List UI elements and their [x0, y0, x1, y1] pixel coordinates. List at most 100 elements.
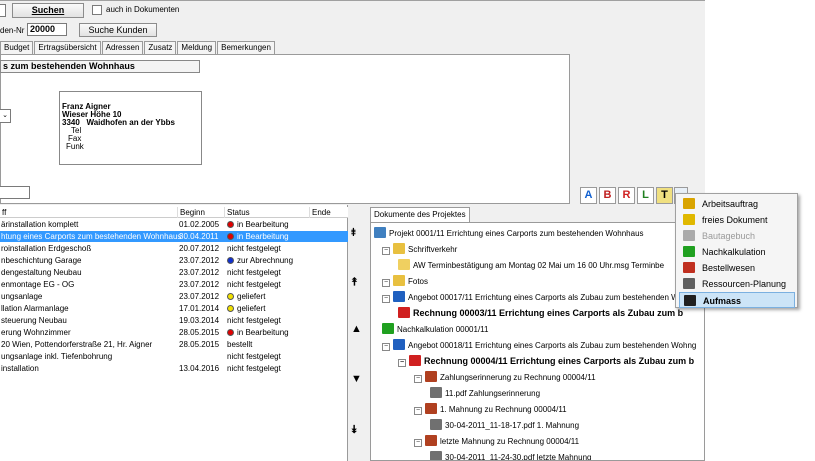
- col-header-status[interactable]: Status: [224, 207, 250, 218]
- menu-item-aufmass[interactable]: Aufmass: [679, 292, 795, 308]
- menu-item-ressourcen-planung[interactable]: Ressourcen-Planung: [679, 276, 795, 292]
- tree-node-label: Projekt 0001/11 Errichtung eines Carport…: [389, 229, 644, 238]
- tree-node[interactable]: 30-04-2011_11-18-17.pdf 1. Mahnung: [430, 419, 579, 432]
- collapse-icon[interactable]: −: [382, 343, 390, 351]
- col-header-end[interactable]: Ende: [309, 207, 331, 218]
- tree-node[interactable]: Rechnung 00003/11 Errichtung eines Carpo…: [398, 307, 683, 319]
- toolbar-b-icon[interactable]: B: [599, 187, 616, 204]
- toolbar-t-icon[interactable]: T: [656, 187, 673, 204]
- table-row[interactable]: steuerung Neubau 19.03.2014 nicht festgele…: [0, 315, 348, 326]
- tree-node[interactable]: − 1. Mahnung zu Rechnung 00004/11: [414, 403, 567, 416]
- table-header: ff Beginn Status Ende: [0, 207, 348, 218]
- search-customer-button[interactable]: Suche Kunden: [79, 23, 157, 37]
- freies-dokument-icon: [683, 214, 695, 225]
- dropdown[interactable]: ⌄: [0, 109, 11, 123]
- pdf-icon: [430, 419, 442, 430]
- tree-node[interactable]: − Schriftverkehr: [382, 243, 457, 256]
- table-row[interactable]: erung Wohnzimmer 28.05.2015 in Bearbeitung: [0, 327, 348, 338]
- table-row[interactable]: ungsanlage 23.07.2012 geliefert: [0, 291, 348, 302]
- tab-budget[interactable]: Budget: [0, 41, 34, 54]
- menu-item-label: Arbeitsauftrag: [702, 199, 759, 209]
- menu-item-nachkalkulation[interactable]: Nachkalkulation: [679, 244, 795, 260]
- tree-node-label: letzte Mahnung zu Rechnung 00004/11: [440, 437, 580, 446]
- row-name: ungsanlage: [1, 292, 43, 301]
- row-status: nicht festgelegt: [227, 351, 281, 362]
- collapse-icon[interactable]: −: [414, 439, 422, 447]
- toolbar-l-icon[interactable]: L: [637, 187, 654, 204]
- nachkalkulation-icon: [382, 323, 394, 334]
- toolbar-r-icon[interactable]: R: [618, 187, 635, 204]
- reminder-icon: [425, 403, 437, 414]
- collapse-icon[interactable]: −: [414, 407, 422, 415]
- row-begin: 28.05.2015: [179, 340, 220, 349]
- tree-node-label: Angebot 00018/11 Errichtung eines Carpor…: [408, 341, 697, 350]
- move-down-icon[interactable]: ▼: [351, 373, 362, 385]
- reminder-icon: [425, 371, 437, 382]
- table-row[interactable]: installation 13.04.2016 nicht festgelegt: [0, 363, 348, 374]
- row-status: nicht festgelegt: [227, 267, 281, 278]
- docs-checkbox[interactable]: [92, 5, 102, 15]
- collapse-icon[interactable]: −: [382, 247, 390, 255]
- status-dot-icon: [227, 305, 234, 312]
- bottom-field[interactable]: [0, 186, 30, 199]
- search-field[interactable]: [0, 4, 6, 17]
- tree-node[interactable]: Nachkalkulation 00001/11: [382, 323, 488, 336]
- tab-zusatz[interactable]: Zusatz: [144, 41, 177, 54]
- col-header-begin[interactable]: Beginn: [177, 207, 205, 218]
- row-name: ungsanlage inkl. Tiefenbohrung: [1, 352, 113, 361]
- move-up-icon[interactable]: ▲: [351, 323, 362, 335]
- tree-node[interactable]: − Angebot 00017/11 Errichtung eines Carpo…: [382, 291, 683, 304]
- reminder-icon: [425, 435, 437, 446]
- menu-item-bestellwesen[interactable]: Bestellwesen: [679, 260, 795, 276]
- search-button[interactable]: Suchen: [12, 3, 84, 18]
- tab-meldung[interactable]: Meldung: [177, 41, 217, 54]
- tab-adressen[interactable]: Adressen: [101, 41, 144, 54]
- tree-node[interactable]: 11.pdf Zahlungserinnerung: [430, 387, 540, 400]
- tree-node[interactable]: − Rechnung 00004/11 Errichtung eines Carp…: [398, 355, 694, 367]
- tab-bemerkungen[interactable]: Bemerkungen: [217, 41, 275, 54]
- row-name: nbeschichtung Garage: [1, 256, 82, 265]
- customer-no-field[interactable]: 20000: [27, 23, 67, 36]
- tree-node[interactable]: AW Terminbestätigung am Montag 02 Mai um…: [398, 259, 664, 272]
- collapse-icon[interactable]: −: [382, 295, 390, 303]
- move-top-icon[interactable]: ⯒: [351, 224, 356, 243]
- tree-node-label: Fotos: [408, 277, 429, 286]
- tree-node[interactable]: Projekt 0001/11 Errichtung eines Carport…: [374, 227, 644, 240]
- address-city: Waidhofen an der Ybbs: [86, 118, 175, 127]
- collapse-icon[interactable]: −: [398, 359, 406, 367]
- ressourcen-icon: [683, 278, 695, 289]
- tab-ertragsuebersicht[interactable]: Ertragsübersicht: [34, 41, 101, 54]
- row-begin: 23.07.2012: [179, 256, 220, 265]
- row-status: geliefert: [227, 291, 265, 302]
- collapse-icon[interactable]: −: [382, 279, 390, 287]
- table-row[interactable]: llation Alarmanlage 17.01.2014 geliefert: [0, 303, 348, 314]
- table-row[interactable]: htung eines Carports zum bestehenden Woh…: [0, 231, 348, 242]
- row-name: htung eines Carports zum bestehenden Woh…: [1, 232, 182, 241]
- tree-node[interactable]: − Zahlungserinnerung zu Rechnung 00004/11: [414, 371, 596, 384]
- move-up-fast-icon[interactable]: ⯭: [351, 276, 358, 289]
- tree-node[interactable]: − letzte Mahnung zu Rechnung 00004/11: [414, 435, 579, 448]
- table-row[interactable]: enmontage EG - OG 23.07.2012 nicht festgel…: [0, 279, 348, 290]
- menu-item-freies-dokument[interactable]: freies Dokument: [679, 212, 795, 228]
- tree-node[interactable]: − Angebot 00018/11 Errichtung eines Carpo…: [382, 339, 696, 352]
- table-row[interactable]: 20 Wien, Pottendorferstraße 21, Hr. Aign…: [0, 339, 348, 350]
- top-divider: [0, 0, 705, 1]
- row-begin: 01.02.2005: [179, 220, 220, 229]
- toolbar-a-icon[interactable]: A: [580, 187, 597, 204]
- col-header-name[interactable]: ff: [0, 207, 6, 218]
- tree-node[interactable]: 30-04-2011_11-24-30.pdf letzte Mahnung: [430, 451, 591, 460]
- menu-item-arbeitsauftrag[interactable]: Arbeitsauftrag: [679, 196, 795, 212]
- table-row[interactable]: nbeschichtung Garage 23.07.2012 zur Abrech…: [0, 255, 348, 266]
- row-status-text: zur Abrechnung: [237, 256, 294, 265]
- document-tree: Projekt 0001/11 Errichtung eines Carport…: [370, 222, 705, 461]
- row-status-text: in Bearbeitung: [237, 328, 289, 337]
- tree-node[interactable]: − Fotos: [382, 275, 428, 288]
- row-begin: 23.07.2012: [179, 268, 220, 277]
- tab-project-documents[interactable]: Dokumente des Projektes: [370, 207, 470, 222]
- move-down-fast-icon[interactable]: ⯯: [351, 424, 358, 437]
- table-row[interactable]: dengestaltung Neubau 23.07.2012 nicht fest…: [0, 267, 348, 278]
- table-row[interactable]: roinstallation Erdgeschoß 20.07.2012 nicht…: [0, 243, 348, 254]
- collapse-icon[interactable]: −: [414, 375, 422, 383]
- table-row[interactable]: ungsanlage inkl. Tiefenbohrung nicht fest…: [0, 351, 348, 362]
- table-row[interactable]: ärinstallation komplett 01.02.2005 in Bear…: [0, 219, 348, 230]
